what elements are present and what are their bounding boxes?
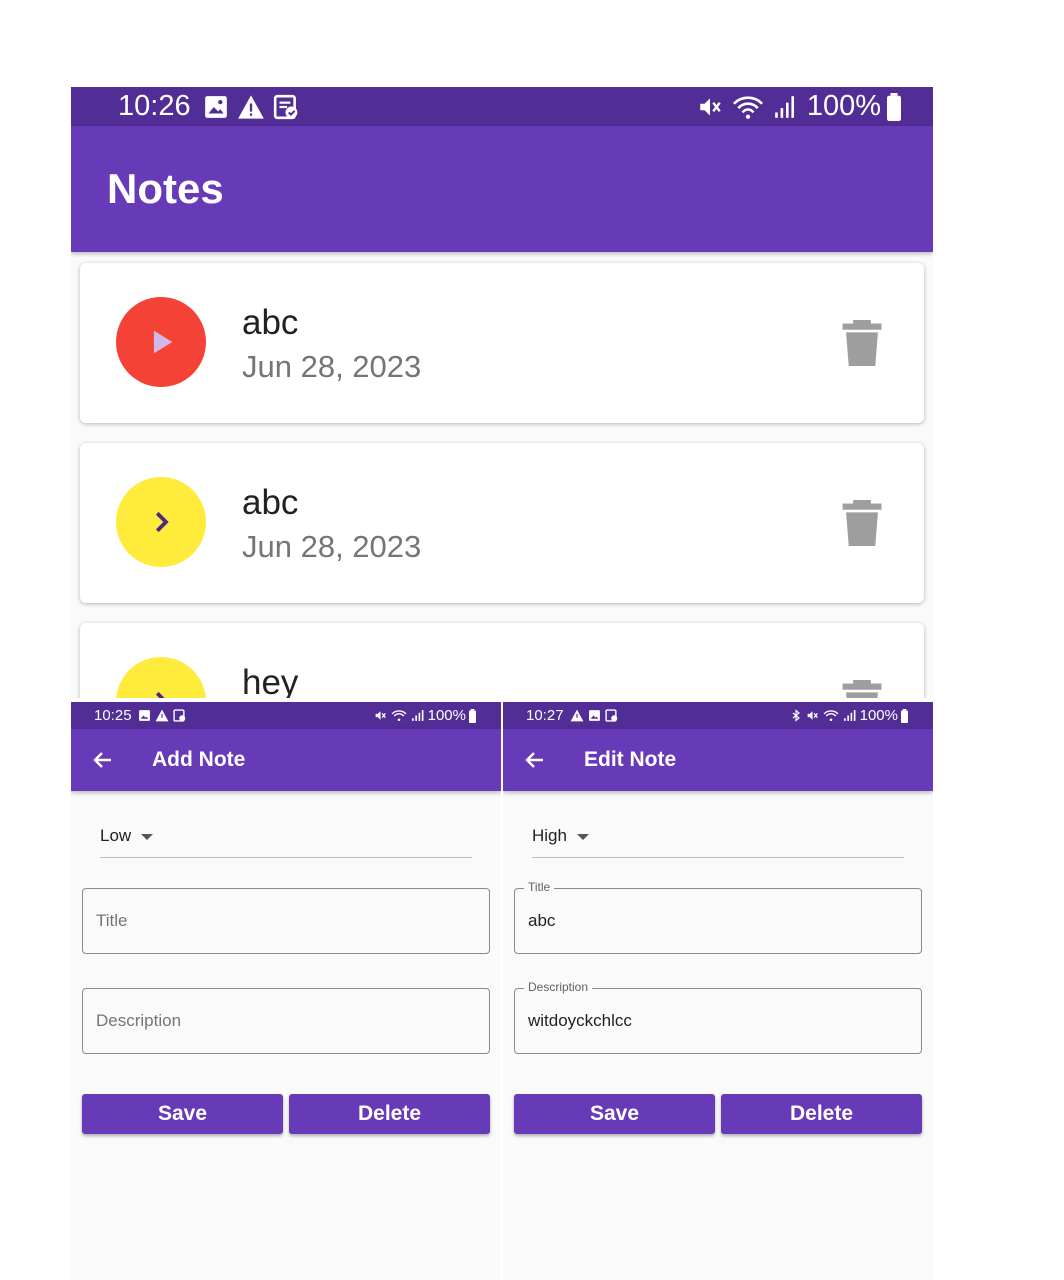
bluetooth-icon <box>792 709 800 722</box>
warning-icon <box>155 709 168 722</box>
battery-icon <box>469 708 476 723</box>
signal-icon <box>411 710 424 721</box>
page-title: Notes <box>107 165 224 212</box>
note-title: abc <box>242 303 299 342</box>
title-value: abc <box>528 911 556 930</box>
status-bar: 10:25 100% <box>71 702 501 729</box>
priority-value: High <box>532 826 567 845</box>
description-value: witdoyckchlcc <box>528 1011 632 1030</box>
status-bar: 10:26 100% <box>71 87 933 126</box>
description-input[interactable]: Description witdoyckchlcc <box>514 980 922 1054</box>
notes-screen: 10:26 100% Notes abc Jun 28, 2023 abc Ju… <box>71 87 933 698</box>
wifi-icon <box>391 710 407 722</box>
notes-app-icon <box>604 709 617 722</box>
mute-icon <box>807 711 818 720</box>
delete-icon[interactable] <box>840 320 884 366</box>
title-input[interactable]: Title abc <box>514 880 922 954</box>
battery-icon <box>887 92 901 121</box>
image-icon <box>588 710 600 721</box>
notes-list: abc Jun 28, 2023 abc Jun 28, 2023 hey <box>80 263 924 698</box>
play-arrow-icon <box>153 330 173 354</box>
battery-percent: 100% <box>427 707 466 724</box>
priority-dropdown[interactable]: Low <box>100 826 472 858</box>
save-button[interactable]: Save <box>514 1094 715 1134</box>
image-icon <box>138 710 150 721</box>
status-time: 10:27 <box>526 707 564 724</box>
signal-icon <box>774 95 794 118</box>
edit-note-screen: 10:27 100% Edit Note High Title abc Desc… <box>503 702 933 1280</box>
battery-percent: 100% <box>859 707 898 724</box>
notes-app-icon <box>273 94 297 119</box>
note-date: Jun 28, 2023 <box>242 529 422 564</box>
description-label: Description <box>524 980 593 994</box>
priority-avatar <box>116 657 206 698</box>
delete-button[interactable]: Delete <box>721 1094 922 1134</box>
warning-icon <box>570 709 583 722</box>
chevron-right-icon <box>155 691 165 698</box>
wifi-icon <box>823 710 839 722</box>
app-bar: Edit Note <box>503 729 933 791</box>
dropdown-caret-icon <box>576 834 589 840</box>
title-label: Title <box>524 880 555 894</box>
app-bar: Add Note <box>71 729 501 791</box>
status-time: 10:26 <box>118 90 191 122</box>
chevron-right-icon <box>155 511 169 533</box>
priority-dropdown[interactable]: High <box>532 826 904 858</box>
description-input[interactable]: Description <box>82 988 490 1054</box>
note-card[interactable]: abc Jun 28, 2023 <box>80 443 924 603</box>
page-title: Edit Note <box>584 748 677 771</box>
note-title: hey <box>242 663 299 698</box>
title-placeholder: Title <box>96 911 128 930</box>
status-bar: 10:27 100% <box>503 702 933 729</box>
battery-icon <box>901 708 908 723</box>
priority-avatar <box>116 477 206 567</box>
signal-icon <box>843 710 856 721</box>
app-bar: Notes <box>71 126 933 252</box>
dropdown-caret-icon <box>141 834 154 840</box>
mute-icon <box>700 97 721 116</box>
image-icon <box>204 95 227 118</box>
title-input[interactable]: Title <box>82 888 490 954</box>
priority-value: Low <box>100 826 132 845</box>
page-title: Add Note <box>152 748 246 771</box>
mute-icon <box>375 711 386 720</box>
wifi-icon <box>732 96 763 119</box>
delete-icon[interactable] <box>840 500 884 546</box>
save-button[interactable]: Save <box>82 1094 283 1134</box>
delete-button[interactable]: Delete <box>289 1094 490 1134</box>
note-title: abc <box>242 483 299 522</box>
add-note-screen: 10:25 100% Add Note Low Title Descriptio… <box>71 702 501 1280</box>
note-date: Jun 28, 2023 <box>242 349 422 384</box>
description-placeholder: Description <box>96 1011 182 1030</box>
status-time: 10:25 <box>94 707 132 724</box>
back-arrow-icon[interactable] <box>523 748 547 772</box>
delete-icon[interactable] <box>840 680 884 698</box>
warning-icon <box>237 94 264 119</box>
priority-avatar <box>116 297 206 387</box>
note-card[interactable]: abc Jun 28, 2023 <box>80 263 924 423</box>
note-card[interactable]: hey <box>80 623 924 698</box>
back-arrow-icon[interactable] <box>91 748 115 772</box>
notes-app-icon <box>172 709 185 722</box>
battery-percent: 100% <box>806 90 881 122</box>
